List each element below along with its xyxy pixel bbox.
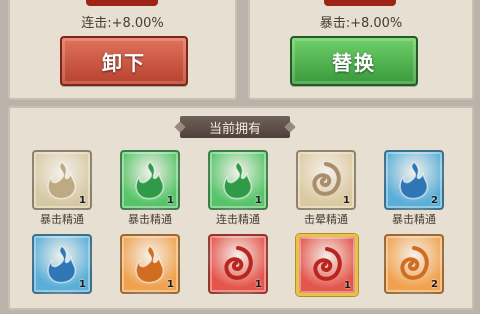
owned-item[interactable]: 1 暴击精通 <box>32 150 92 230</box>
flame-icon <box>135 160 165 200</box>
crit-stat-text: 暴击:+8.00% <box>319 16 403 31</box>
item-tile[interactable]: 1 <box>296 150 356 210</box>
swirl-icon <box>312 162 341 196</box>
flame-icon <box>399 160 429 200</box>
owned-item[interactable]: 1 <box>208 234 268 314</box>
item-count: 1 <box>167 195 174 206</box>
equipped-panel-left: 连击:+8.00% 卸下 <box>8 0 237 100</box>
owned-item[interactable]: 2 <box>384 234 444 314</box>
item-count: 1 <box>255 195 262 206</box>
item-tile[interactable]: 2 <box>384 150 444 210</box>
item-tile[interactable]: 1 <box>120 150 180 210</box>
item-tile[interactable]: 1 <box>120 234 180 294</box>
owned-items-panel: 当前拥有 1 暴击精通 1 暴击精通 1 连击精通 1 击晕精通 2 暴击精通 1 1 1 1 2 <box>8 106 474 310</box>
item-count: 1 <box>79 195 86 206</box>
equipped-panel-right: 暴击:+8.00% 替换 <box>248 0 474 100</box>
item-tile[interactable]: 1 <box>32 234 92 294</box>
item-count: 1 <box>343 195 350 206</box>
combo-stat-text: 连击:+8.00% <box>81 16 164 31</box>
flame-icon <box>135 244 165 284</box>
item-label: 连击精通 <box>216 213 260 226</box>
item-count: 2 <box>431 279 438 290</box>
owned-item[interactable]: 1 <box>296 234 358 314</box>
equipped-icon-slot <box>324 0 396 6</box>
item-label: 击晕精通 <box>304 213 348 226</box>
replace-button[interactable]: 替换 <box>290 36 418 86</box>
item-count: 1 <box>167 279 174 290</box>
item-tile[interactable]: 1 <box>208 150 268 210</box>
owned-item[interactable]: 1 <box>120 234 180 314</box>
flame-icon <box>47 244 77 284</box>
item-tile[interactable]: 1 <box>208 234 268 294</box>
unequip-button[interactable]: 卸下 <box>60 36 188 86</box>
owned-item[interactable]: 1 击晕精通 <box>296 150 356 230</box>
owned-item[interactable]: 2 暴击精通 <box>384 150 444 230</box>
item-tile[interactable]: 1 <box>32 150 92 210</box>
swirl-icon <box>400 246 429 280</box>
item-label: 暴击精通 <box>392 213 436 226</box>
swirl-icon <box>224 246 253 280</box>
item-tile[interactable]: 2 <box>384 234 444 294</box>
item-count: 1 <box>255 279 262 290</box>
item-count: 2 <box>431 195 438 206</box>
item-label: 暴击精通 <box>128 213 172 226</box>
owned-item[interactable]: 1 暴击精通 <box>120 150 180 230</box>
owned-item[interactable]: 1 连击精通 <box>208 150 268 230</box>
flame-icon <box>223 160 253 200</box>
item-count: 1 <box>344 280 351 291</box>
equipped-icon-slot <box>86 0 158 6</box>
item-label: 暴击精通 <box>40 213 84 226</box>
item-count: 1 <box>79 279 86 290</box>
owned-title: 当前拥有 <box>180 116 290 138</box>
swirl-icon <box>313 247 342 281</box>
item-tile[interactable]: 1 <box>296 234 358 296</box>
flame-icon <box>47 160 77 200</box>
owned-item[interactable]: 1 <box>32 234 92 314</box>
